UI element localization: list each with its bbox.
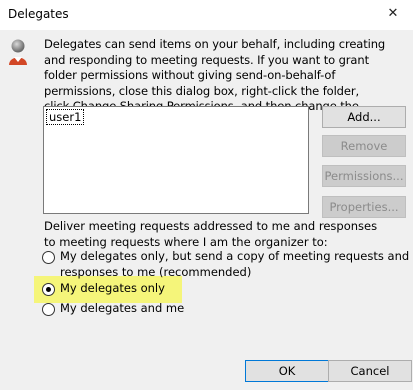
option-label: My delegates only, but send a copy of me… — [60, 249, 410, 279]
deliver-label: Deliver meeting requests addressed to me… — [44, 219, 378, 249]
permissions-button[interactable]: Permissions... — [322, 165, 406, 187]
delegate-person-icon — [9, 39, 27, 65]
add-button[interactable]: Add... — [322, 106, 406, 128]
option-label: My delegates and me — [60, 301, 185, 315]
delegates-dialog: Delegates ✕ Delegates can send items on … — [0, 0, 413, 390]
remove-button[interactable]: Remove — [322, 135, 406, 157]
cancel-button[interactable]: Cancel — [328, 360, 412, 382]
properties-button[interactable]: Properties... — [322, 196, 406, 218]
dialog-title: Delegates — [8, 7, 69, 21]
option-label: My delegates only — [60, 281, 165, 295]
close-icon[interactable]: ✕ — [381, 4, 405, 24]
title-bar: Delegates ✕ — [0, 0, 413, 30]
radio-button-selected[interactable] — [42, 283, 55, 296]
list-item[interactable]: user1 — [46, 109, 85, 125]
radio-button[interactable] — [42, 251, 55, 264]
ok-button[interactable]: OK — [245, 360, 329, 382]
delegate-list[interactable]: user1 — [43, 106, 309, 214]
radio-button[interactable] — [42, 303, 55, 316]
